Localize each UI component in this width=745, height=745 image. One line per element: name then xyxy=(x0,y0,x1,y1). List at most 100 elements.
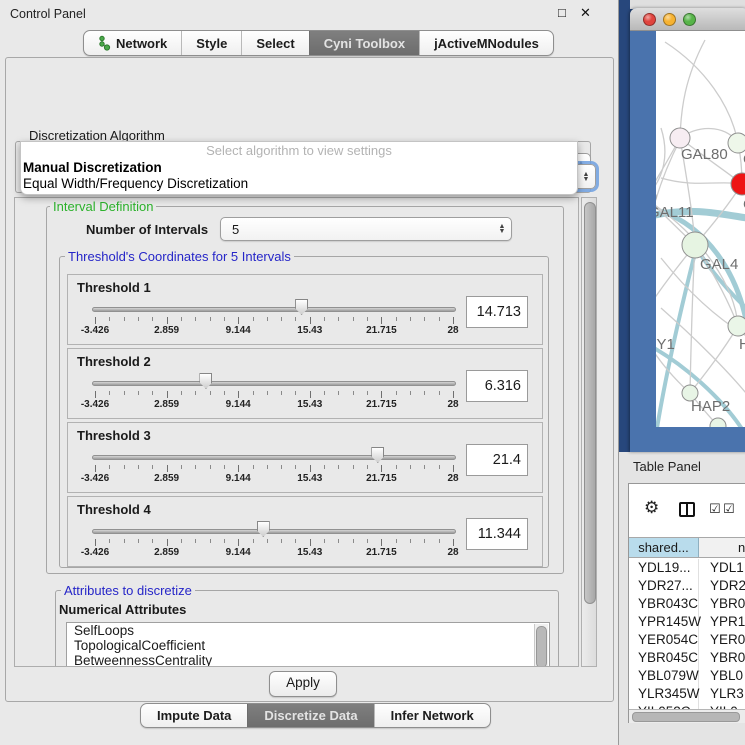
tick-label: 28 xyxy=(447,547,458,558)
network-node[interactable] xyxy=(728,316,745,336)
attributes-scrollbar[interactable] xyxy=(534,624,548,667)
tick-mark xyxy=(253,539,254,543)
threshold-panel: Threshold 1-3.4262.8599.14415.4321.71528… xyxy=(67,274,543,345)
tick-mark xyxy=(310,391,311,398)
network-edge[interactable] xyxy=(656,140,680,326)
attributes-scrollbar-thumb[interactable] xyxy=(536,626,547,667)
tab-discretize-data[interactable]: Discretize Data xyxy=(247,704,373,727)
network-window-titlebar[interactable] xyxy=(630,8,745,31)
tick-mark xyxy=(439,539,440,543)
tab-cyni-toolbox[interactable]: Cyni Toolbox xyxy=(309,31,419,55)
gear-icon[interactable]: ⚙ xyxy=(644,498,659,518)
threshold-value-field[interactable]: 21.4 xyxy=(466,444,528,476)
table-row[interactable]: YBR043CYBR0 xyxy=(629,595,745,613)
table-row[interactable]: YLR345WYLR3 xyxy=(629,685,745,703)
algorithm-option-equal-width-frequency-discretization[interactable]: Equal Width/Frequency Discretization xyxy=(21,176,577,192)
tick-mark xyxy=(367,317,368,321)
numerical-attributes-list[interactable]: SelfLoopsTopologicalCoefficientBetweenne… xyxy=(66,622,550,667)
split-columns-icon[interactable] xyxy=(679,502,695,517)
algorithm-option-manual-discretization[interactable]: Manual Discretization xyxy=(21,160,577,176)
attribute-item-selfloops[interactable]: SelfLoops xyxy=(67,623,549,638)
network-edge[interactable] xyxy=(661,178,742,184)
thresholds-group-title: Threshold's Coordinates for 5 Intervals xyxy=(65,249,294,264)
slider-thumb[interactable] xyxy=(371,447,384,463)
zoom-light[interactable] xyxy=(683,13,696,26)
tick-label: 21.715 xyxy=(366,473,397,484)
cell-name: YER0 xyxy=(699,631,745,649)
tab-select[interactable]: Select xyxy=(241,31,308,55)
settings-scroll-viewport: Interval Definition Number of Intervals … xyxy=(14,197,579,667)
node-label: GAL4 xyxy=(700,256,738,273)
tick-mark xyxy=(109,317,110,321)
network-edge[interactable] xyxy=(690,326,738,393)
table-row[interactable]: YDL19...YDL1 xyxy=(629,559,745,577)
table-row[interactable]: YBL079WYBL0 xyxy=(629,667,745,685)
slider-thumb[interactable] xyxy=(199,373,212,389)
tick-mark xyxy=(453,317,454,324)
tick-mark xyxy=(181,539,182,543)
bottom-tab-bar: Impute DataDiscretize DataInfer Network xyxy=(140,703,491,728)
settings-scrollbar[interactable] xyxy=(581,197,597,667)
close-light[interactable] xyxy=(643,13,656,26)
network-node[interactable] xyxy=(728,133,745,153)
network-node[interactable] xyxy=(682,232,708,258)
attribute-item-betweennesscentrality[interactable]: BetweennessCentrality xyxy=(67,653,549,667)
tick-mark xyxy=(381,317,382,324)
tick-mark xyxy=(181,391,182,395)
slider-thumb[interactable] xyxy=(295,299,308,315)
checkbox-icon[interactable]: ☑ xyxy=(723,501,735,517)
numerical-attributes-label: Numerical Attributes xyxy=(59,602,186,617)
table-row[interactable]: YDR27...YDR2 xyxy=(629,577,745,595)
attribute-item-topologicalcoefficient[interactable]: TopologicalCoefficient xyxy=(67,638,549,653)
threshold-value-field[interactable]: 14.713 xyxy=(466,296,528,328)
table-row[interactable]: YBR045CYBR0 xyxy=(629,649,745,667)
threshold-panel: Threshold 2-3.4262.8599.14415.4321.71528… xyxy=(67,348,543,419)
checkbox-icon[interactable]: ☑ xyxy=(709,501,721,517)
network-edge[interactable] xyxy=(665,42,738,143)
threshold-label: Threshold 1 xyxy=(77,280,151,295)
close-window-icon[interactable]: ✕ xyxy=(580,5,591,21)
cell-shared-name: YBR043C xyxy=(629,595,699,613)
tick-mark xyxy=(138,465,139,469)
tick-mark xyxy=(167,539,168,546)
tick-mark xyxy=(367,539,368,543)
tick-mark xyxy=(338,465,339,469)
threshold-value-field[interactable]: 6.316 xyxy=(466,370,528,402)
tick-mark xyxy=(295,391,296,395)
tick-mark xyxy=(453,391,454,398)
tick-mark xyxy=(224,539,225,543)
tick-mark xyxy=(138,391,139,395)
minimize-light[interactable] xyxy=(663,13,676,26)
tab-impute-data[interactable]: Impute Data xyxy=(141,704,247,727)
tab-jactivemnodules[interactable]: jActiveMNodules xyxy=(419,31,553,55)
table-hscrollbar[interactable] xyxy=(629,709,745,723)
tick-mark xyxy=(324,317,325,321)
network-node[interactable] xyxy=(670,128,690,148)
network-edge[interactable] xyxy=(680,40,705,138)
tick-mark xyxy=(95,317,96,324)
slider-ticks xyxy=(95,391,453,399)
thresholds-group: Threshold 1-3.4262.8599.14415.4321.71528… xyxy=(59,256,549,568)
table-hscrollbar-thumb[interactable] xyxy=(632,712,740,722)
tick-mark xyxy=(224,465,225,469)
tick-mark xyxy=(210,391,211,395)
column-header-shared[interactable]: shared... xyxy=(629,538,699,557)
tick-mark xyxy=(195,317,196,321)
slider-thumb[interactable] xyxy=(257,521,270,537)
tick-mark xyxy=(324,391,325,395)
network-canvas[interactable]: GAL80GACGAL11GAL4GCY1HHAP2 xyxy=(656,31,745,427)
threshold-value-field[interactable]: 11.344 xyxy=(466,518,528,550)
apply-button[interactable]: Apply xyxy=(269,671,337,697)
float-window-icon[interactable]: □ xyxy=(558,5,566,20)
network-node[interactable] xyxy=(731,173,745,195)
tab-network[interactable]: Network xyxy=(84,31,181,55)
column-header-name[interactable]: na xyxy=(699,538,745,557)
cell-shared-name: YDR27... xyxy=(629,577,699,595)
tab-style[interactable]: Style xyxy=(181,31,241,55)
num-intervals-combo[interactable]: 5 ▲▼ xyxy=(220,217,512,241)
table-row[interactable]: YER054CYER0 xyxy=(629,631,745,649)
settings-scrollbar-thumb[interactable] xyxy=(584,202,596,604)
tab-infer-network[interactable]: Infer Network xyxy=(374,704,490,727)
table-row[interactable]: YPR145WYPR1 xyxy=(629,613,745,631)
slider-ticks xyxy=(95,465,453,473)
